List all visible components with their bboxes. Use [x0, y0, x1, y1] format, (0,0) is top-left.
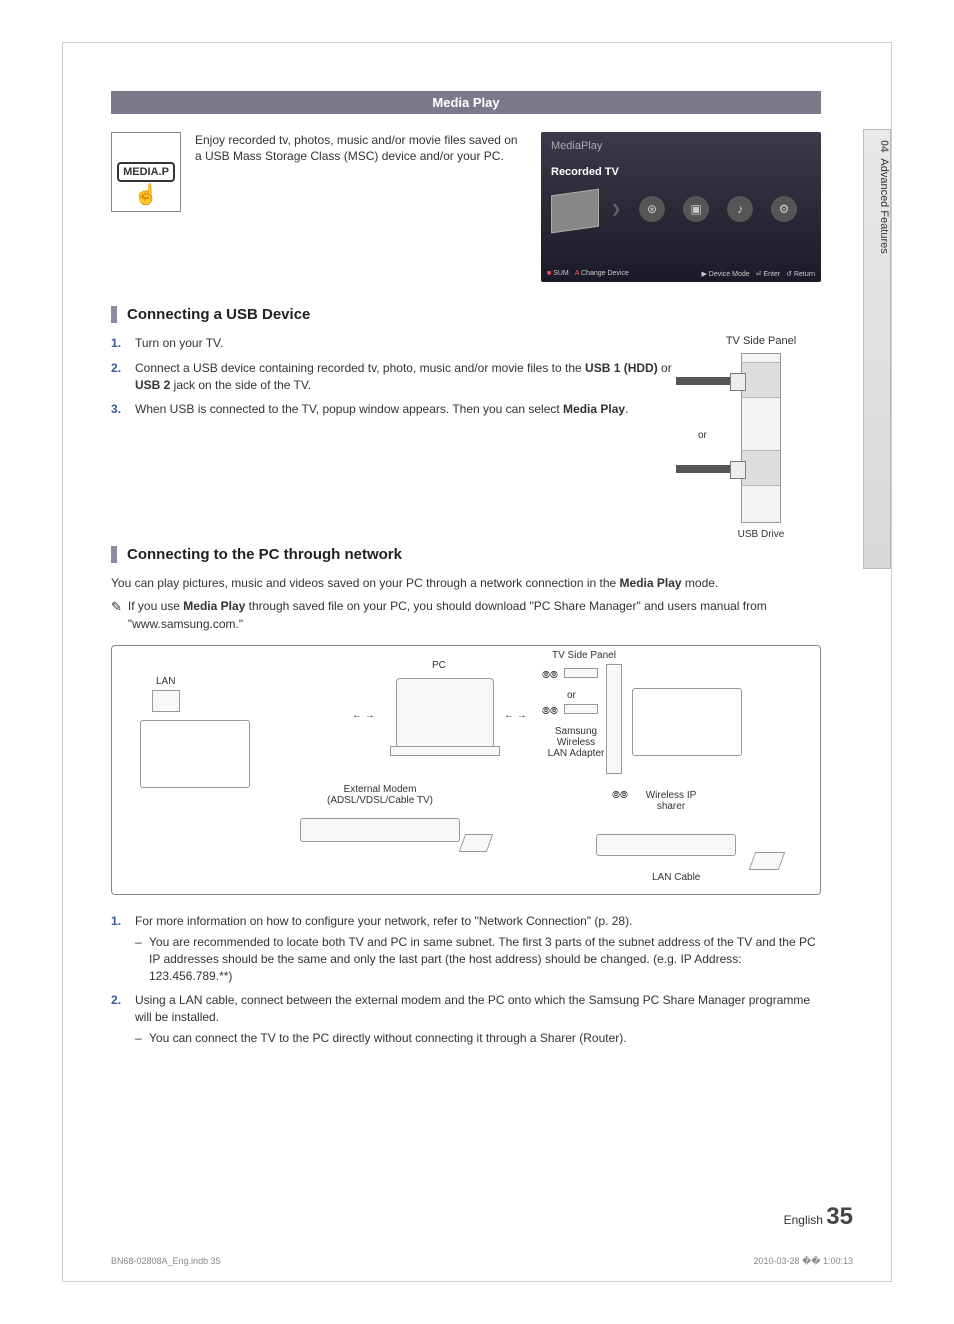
media-play-icon: MEDIA.P ☝ [111, 132, 181, 212]
pc-steps: For more information on how to configure… [111, 913, 821, 1047]
diagram-lan-label: LAN [156, 676, 175, 687]
side-tab-num: 04 [878, 140, 890, 152]
modem-icon [300, 818, 460, 842]
usb-plug-icon [676, 465, 736, 473]
laptop-base-icon [390, 746, 500, 756]
diagram-lancable-label: LAN Cable [652, 872, 700, 883]
usb-heading: Connecting a USB Device [111, 306, 861, 323]
tv-footer-change: A Change Device [575, 270, 629, 278]
lan-plug-icon [459, 834, 494, 852]
media-play-icon-label: MEDIA.P [117, 162, 175, 182]
tv-footer-sum: ■ SUM [547, 270, 569, 278]
diagram-pc-label: PC [432, 660, 446, 671]
network-diagram: LAN ← → PC ← → TV Side Panel ⦾⦾ or ⦾⦾ Sa… [111, 645, 821, 895]
footer-left: BN68-02808A_Eng.indb 35 [111, 1256, 221, 1267]
photo-icon: ▣ [683, 196, 709, 222]
usb-steps: Turn on your TV. Connect a USB device co… [111, 335, 681, 418]
tv-screenshot: MediaPlay Recorded TV ❯ ⊛ ▣ ♪ ⚙ ■ SUM A … [541, 132, 821, 282]
usb-port-icon [742, 450, 780, 486]
wifi-icon: ⦾⦾ [542, 670, 558, 681]
chevron-right-icon: ❯ [611, 202, 621, 216]
reel-icon: ⊛ [639, 196, 665, 222]
router-icon [596, 834, 736, 856]
tv-thumbnail-icon [551, 189, 599, 234]
tv-footer-device-mode: ▶ Device Mode [701, 270, 749, 278]
pc-step-2: Using a LAN cable, connect between the e… [111, 992, 821, 1046]
tv-ports-icon [606, 664, 622, 774]
wireless-adapter-icon [564, 704, 598, 714]
pc-step-2-sub: You can connect the TV to the PC directl… [135, 1030, 821, 1047]
tv-footer-enter: ⏎ Enter [756, 270, 781, 278]
tv-side-panel-label: TV Side Panel [701, 335, 821, 347]
diagram-tvpanel-label: TV Side Panel [552, 650, 616, 661]
note-icon: ✎ [111, 598, 122, 633]
diagram-adapter-label: Samsung Wireless LAN Adapter [546, 726, 606, 759]
pc-heading: Connecting to the PC through network [111, 546, 861, 563]
tv-screenshot-subtitle: Recorded TV [551, 166, 811, 178]
pc-step-1-sub: You are recommended to locate both TV an… [135, 934, 821, 984]
usb-step-2: Connect a USB device containing recorded… [111, 360, 681, 394]
arrow-icon: ← → [504, 710, 527, 721]
tv-footer-return: ↺ Return [786, 270, 815, 278]
footer-meta: BN68-02808A_Eng.indb 35 2010-03-28 �� 1:… [111, 1256, 853, 1267]
wifi-icon: ⦾⦾ [612, 790, 628, 801]
tv-screenshot-title: MediaPlay [551, 140, 811, 152]
diagram-modem-label: External Modem (ADSL/VDSL/Cable TV) [320, 784, 440, 806]
lan-plug-icon [749, 852, 786, 870]
pc-note: ✎ If you use Media Play through saved fi… [111, 598, 821, 633]
lan-port-icon [152, 690, 180, 712]
usb-step-3: When USB is connected to the TV, popup w… [111, 401, 681, 418]
music-icon: ♪ [727, 196, 753, 222]
section-banner: Media Play [111, 91, 821, 114]
side-tab: 04 Advanced Features [863, 129, 891, 569]
diagram-or-label: or [567, 690, 576, 701]
arrow-icon: ← → [352, 710, 375, 721]
or-label: or [698, 430, 707, 441]
usb-plug-icon [676, 377, 736, 385]
diagram-sharer-label: Wireless IP sharer [636, 790, 706, 812]
side-tab-title: Advanced Features [878, 158, 890, 253]
tv-icon [632, 688, 742, 756]
hand-icon: ☝ [134, 182, 159, 207]
wireless-adapter-icon [564, 668, 598, 678]
pc-body-text: You can play pictures, music and videos … [111, 575, 821, 592]
footer-right: 2010-03-28 �� 1:00:13 [753, 1256, 853, 1267]
intro-text: Enjoy recorded tv, photos, music and/or … [195, 132, 527, 282]
usb-step-1: Turn on your TV. [111, 335, 681, 352]
laptop-icon [396, 678, 494, 748]
tv-side-panel-figure: TV Side Panel or USB Drive [701, 335, 821, 540]
page-number: English 35 [784, 1203, 853, 1231]
usb-port-icon [742, 362, 780, 398]
pc-step-1: For more information on how to configure… [111, 913, 821, 984]
wifi-icon: ⦾⦾ [542, 706, 558, 717]
gear-icon: ⚙ [771, 196, 797, 222]
usb-drive-label: USB Drive [701, 529, 821, 540]
tv-icon [140, 720, 250, 788]
